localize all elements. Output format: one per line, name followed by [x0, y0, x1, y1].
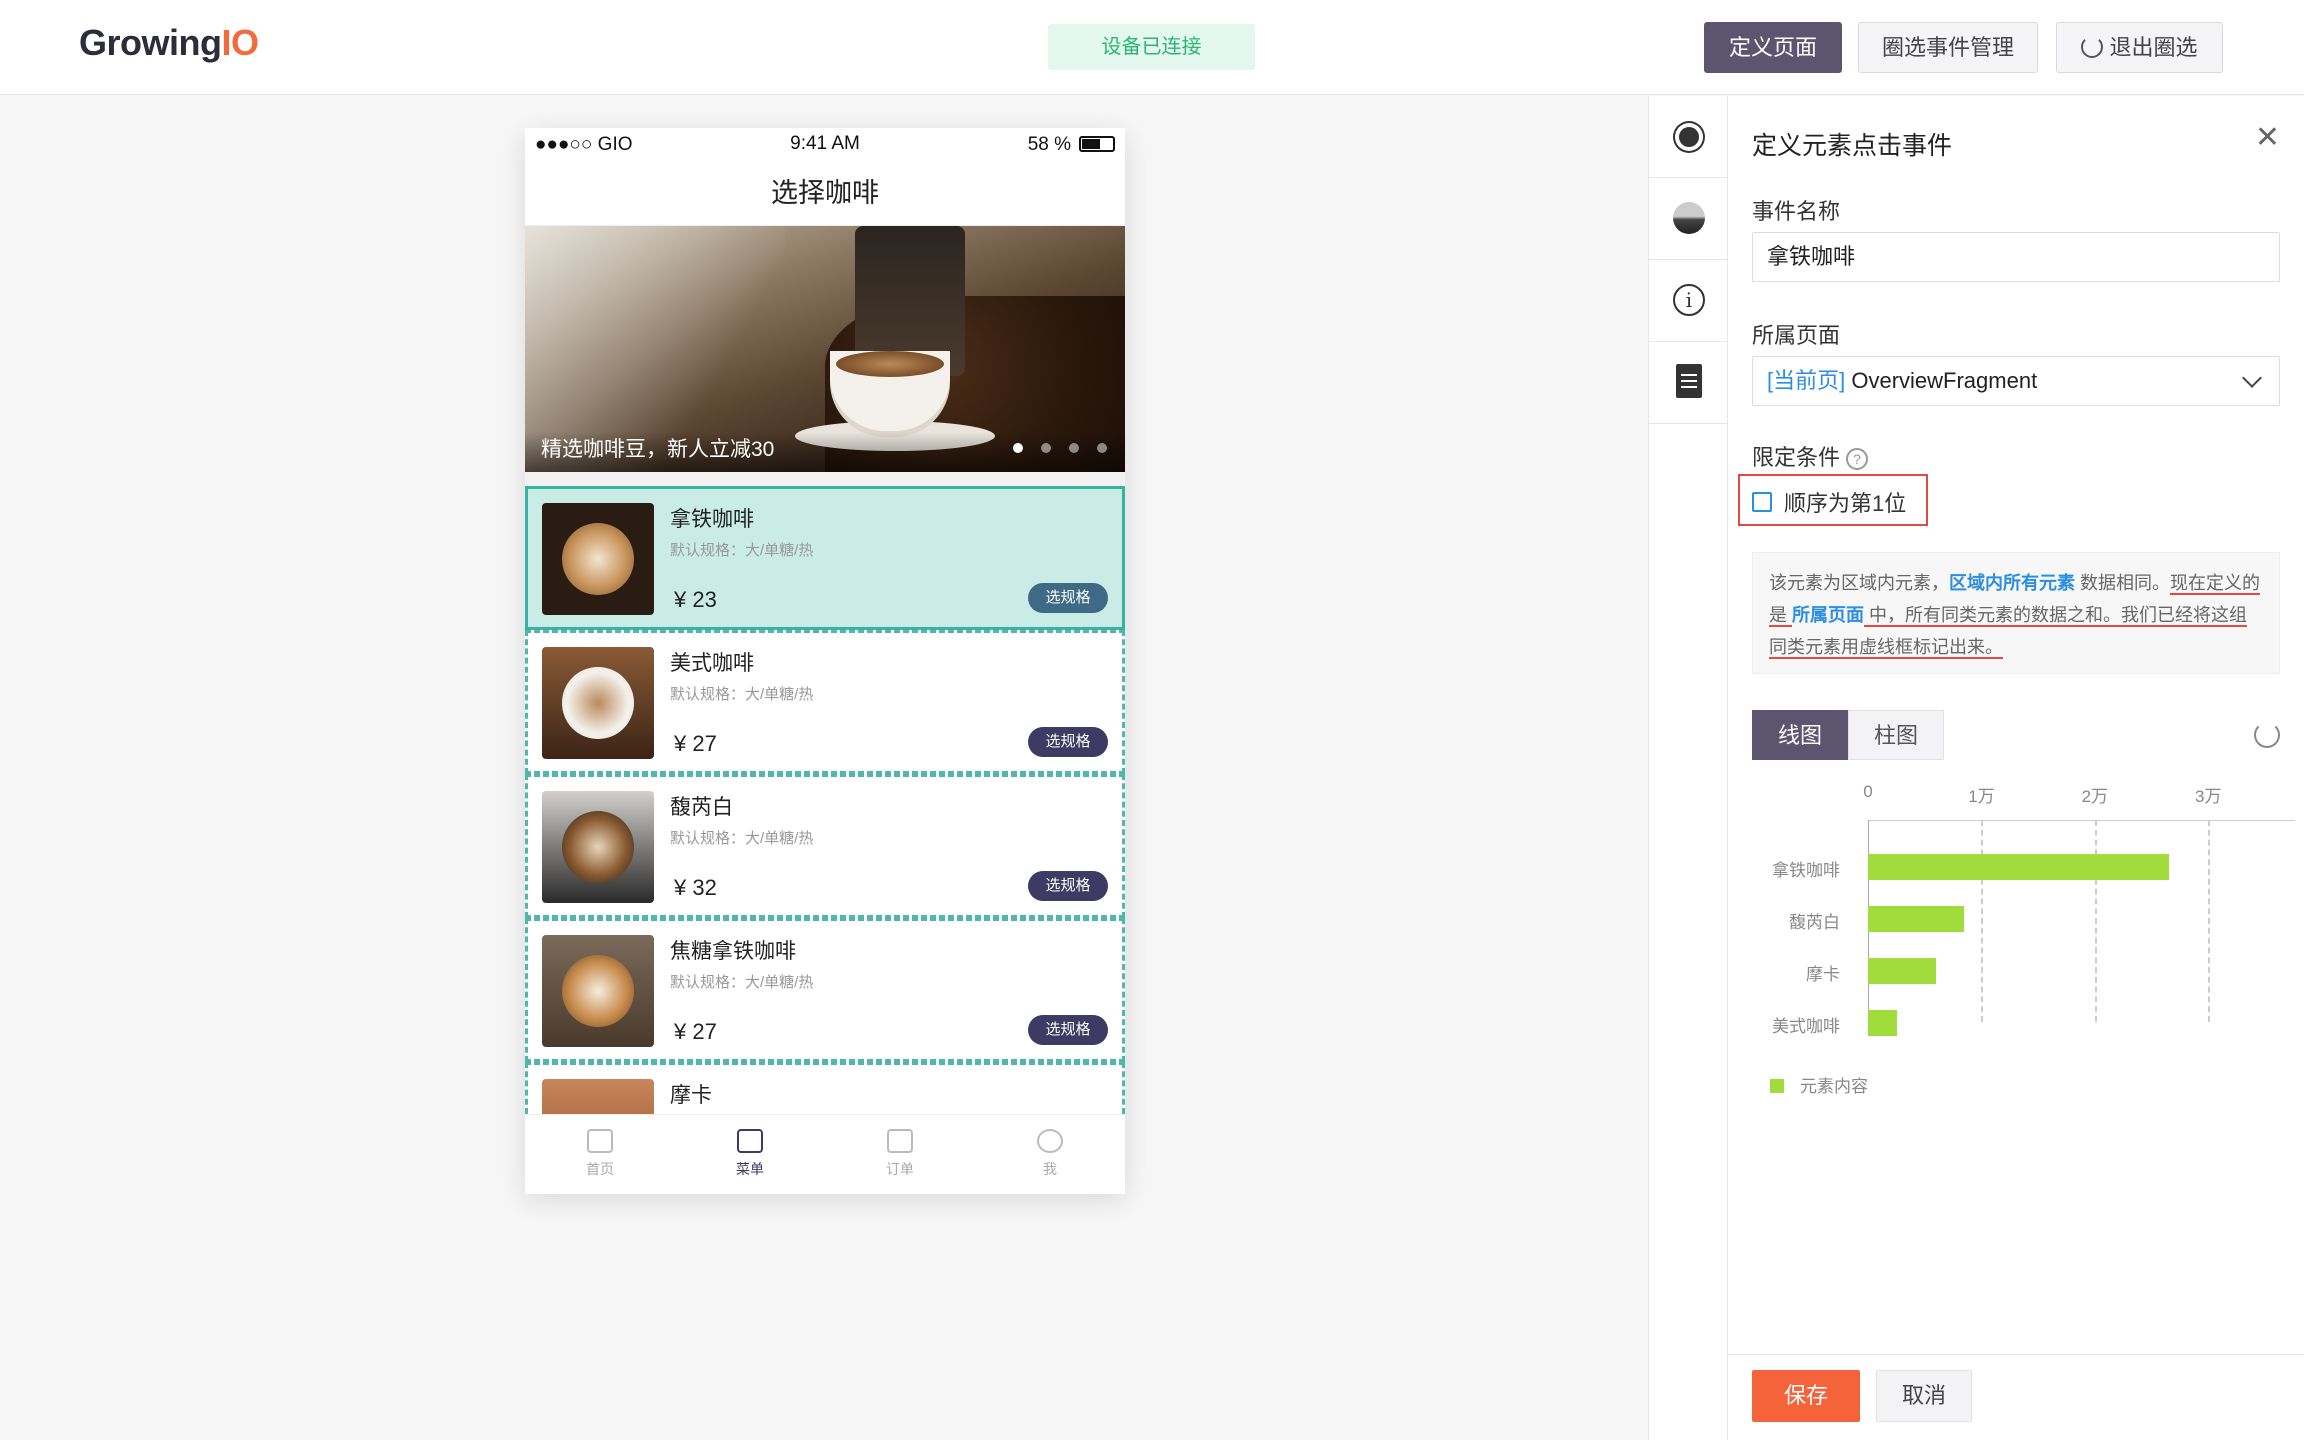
close-icon[interactable]: ✕: [2255, 123, 2280, 153]
order-checkbox-highlight: 顺序为第1位: [1738, 474, 1928, 526]
tab-home[interactable]: 首页: [525, 1115, 675, 1194]
choose-spec-button[interactable]: 选规格: [1028, 871, 1108, 901]
item-spec: 默认规格：大/单糖/热: [670, 542, 814, 559]
tick-label: 3万: [2195, 787, 2222, 806]
battery-icon: [1079, 136, 1115, 152]
device-status-badge: 设备已连接: [1048, 24, 1255, 70]
phone-status-bar: ●●●○○ GIO 9:41 AM 58 %: [525, 128, 1125, 160]
item-name: 摩卡: [670, 1084, 712, 1107]
tab-orders[interactable]: 订单: [825, 1115, 975, 1194]
grid-line: [1981, 820, 1984, 1022]
panel-footer: 保存 取消: [1728, 1354, 2304, 1440]
info-icon: i: [1673, 284, 1705, 316]
document-tool[interactable]: [1649, 342, 1727, 424]
bar: [1868, 906, 1965, 932]
phone-tab-bar: 首页 菜单 订单 我: [525, 1114, 1125, 1194]
category-label: 摩卡: [1806, 965, 1840, 984]
panel-title: 定义元素点击事件: [1752, 132, 1953, 160]
bar: [1868, 958, 1937, 984]
legend-swatch: [1770, 1079, 1784, 1093]
item-name: 美式咖啡: [670, 652, 754, 675]
contrast-icon: [1673, 202, 1705, 234]
choose-spec-button[interactable]: 选规格: [1028, 583, 1108, 613]
define-event-panel: 定义元素点击事件 ✕ 事件名称 拿铁咖啡 所属页面 [当前页] Overview…: [1728, 96, 2304, 1440]
item-spec: 默认规格：大/单糖/热: [670, 974, 814, 991]
condition-label: 限定条件?: [1752, 440, 1869, 472]
coffee-thumbnail: [542, 647, 654, 759]
chevron-down-icon: [2242, 368, 2262, 388]
list-item[interactable]: 馥芮白 默认规格：大/单糖/热 ¥ 32 选规格: [525, 774, 1125, 918]
tab-line-chart[interactable]: 线图: [1752, 710, 1848, 760]
chart-axis-top: [1868, 820, 2295, 821]
exit-circle-button[interactable]: 退出圈选: [2056, 22, 2223, 73]
list-item[interactable]: 美式咖啡 默认规格：大/单糖/热 ¥ 27 选规格: [525, 630, 1125, 774]
category-label: 馥芮白: [1789, 913, 1840, 932]
item-spec: 默认规格：大/单糖/热: [670, 830, 814, 847]
tick-label: 0: [1863, 782, 1873, 801]
tab-menu[interactable]: 菜单: [675, 1115, 825, 1194]
tick-label: 1万: [1968, 787, 1995, 806]
coffee-thumbnail: [542, 503, 654, 615]
bar: [1868, 854, 2169, 880]
battery-status: 58 %: [1028, 134, 1115, 156]
item-price: ¥ 32: [674, 875, 717, 900]
item-price: ¥ 27: [674, 1019, 717, 1044]
chart-legend: 元素内容: [1770, 1072, 1868, 1097]
growingio-logo: GrowingIO: [79, 22, 259, 63]
list-item-selected[interactable]: 拿铁咖啡 默认规格：大/单糖/热 ¥ 23 选规格: [525, 486, 1125, 630]
profile-icon: [1037, 1129, 1063, 1153]
menu-icon: [737, 1129, 763, 1153]
sun-icon: [1679, 127, 1699, 147]
grid-line: [2094, 820, 2097, 1022]
help-icon[interactable]: ?: [1846, 448, 1869, 470]
item-spec: 默认规格：大/单糖/热: [670, 686, 814, 703]
list-item[interactable]: 焦糖拿铁咖啡 默认规格：大/单糖/热 ¥ 27 选规格: [525, 918, 1125, 1062]
contrast-tool[interactable]: [1649, 178, 1727, 260]
carousel-dots[interactable]: [995, 440, 1107, 458]
page-select[interactable]: [当前页] OverviewFragment: [1752, 356, 2280, 406]
item-name: 焦糖拿铁咖啡: [670, 940, 796, 963]
phone-preview: ●●●○○ GIO 9:41 AM 58 % 选择咖啡 精选咖啡豆，新人立减30…: [525, 128, 1125, 1194]
cancel-button[interactable]: 取消: [1876, 1370, 1972, 1422]
bar: [1868, 1010, 1898, 1036]
save-button[interactable]: 保存: [1752, 1370, 1860, 1422]
item-name: 拿铁咖啡: [670, 508, 754, 531]
tab-me[interactable]: 我: [975, 1115, 1125, 1194]
bar-chart: 0 1万 2万 3万拿铁咖啡馥芮白摩卡美式咖啡: [1752, 782, 2295, 1036]
order-icon: [887, 1129, 913, 1153]
document-icon: [1676, 364, 1702, 398]
home-icon: [587, 1129, 613, 1153]
order-checkbox-label: 顺序为第1位: [1784, 491, 1907, 516]
item-price: ¥ 23: [674, 587, 717, 612]
link-page[interactable]: 所属页面: [1792, 605, 1864, 625]
promo-banner[interactable]: 精选咖啡豆，新人立减30: [525, 226, 1125, 472]
link-area-elements[interactable]: 区域内所有元素: [1949, 573, 2075, 593]
coffee-thumbnail: [542, 791, 654, 903]
event-name-label: 事件名称: [1752, 199, 1841, 224]
chart-type-toggle: 线图 柱图: [1752, 710, 1944, 760]
event-manage-button[interactable]: 圈选事件管理: [1858, 22, 2038, 73]
grid-line: [2208, 820, 2211, 1022]
info-note: 该元素为区域内元素，区域内所有元素 数据相同。现在定义的是 所属页面 中，所有同…: [1752, 552, 2280, 674]
info-tool[interactable]: i: [1649, 260, 1727, 342]
refresh-icon[interactable]: [2254, 722, 2280, 748]
tick-label: 2万: [2081, 787, 2109, 806]
top-bar: GrowingIO 设备已连接 定义页面 圈选事件管理 退出圈选: [0, 0, 2304, 95]
order-checkbox[interactable]: [1752, 492, 1772, 512]
category-label: 拿铁咖啡: [1772, 861, 1840, 880]
category-label: 美式咖啡: [1772, 1017, 1840, 1036]
event-name-input[interactable]: 拿铁咖啡: [1752, 232, 2280, 282]
coffee-thumbnail: [542, 935, 654, 1047]
item-name: 馥芮白: [670, 796, 733, 819]
item-price: ¥ 27: [674, 731, 717, 756]
phone-page-title: 选择咖啡: [525, 160, 1125, 226]
brightness-tool[interactable]: [1649, 96, 1727, 178]
choose-spec-button[interactable]: 选规格: [1028, 1015, 1108, 1045]
tool-rail: i: [1648, 96, 1728, 1440]
define-page-button[interactable]: 定义页面: [1704, 22, 1842, 73]
choose-spec-button[interactable]: 选规格: [1028, 727, 1108, 757]
page-label: 所属页面: [1752, 323, 1841, 348]
power-icon: [2081, 36, 2104, 58]
tab-bar-chart[interactable]: 柱图: [1848, 710, 1944, 760]
